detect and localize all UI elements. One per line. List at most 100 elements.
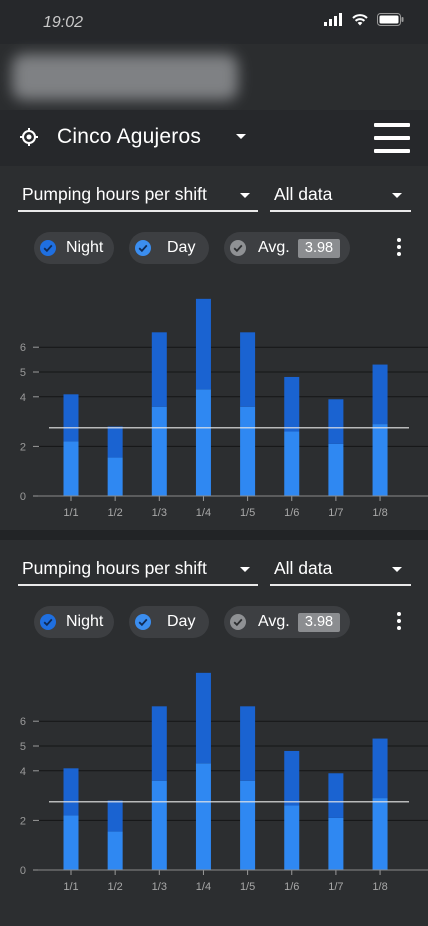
night-toggle-chip[interactable]: Night [34, 606, 114, 638]
location-header: Cinco Agujeros [0, 110, 428, 166]
check-circle-icon [135, 240, 151, 256]
check-circle-icon [135, 614, 151, 630]
location-target-icon[interactable] [19, 127, 39, 147]
x-tick-label: 1/1 [63, 507, 78, 519]
x-tick-label: 1/5 [240, 881, 255, 893]
bar-night [372, 364, 388, 425]
average-toggle-chip[interactable]: Avg. 3.98 [224, 606, 350, 638]
bar-day [284, 805, 300, 870]
metric-select-value: Pumping hours per shift [22, 184, 207, 204]
status-time: 19:02 [43, 14, 84, 31]
bar-day [284, 431, 300, 496]
bar-day [372, 424, 388, 496]
range-select[interactable]: All data [270, 176, 411, 212]
night-chip-label: Night [66, 239, 104, 256]
x-tick-label: 1/4 [196, 881, 211, 893]
night-chip-label: Night [66, 613, 104, 630]
range-select-value: All data [274, 558, 333, 578]
status-bar: 19:02 [0, 0, 428, 44]
bar-day [328, 817, 344, 870]
metric-select[interactable]: Pumping hours per shift [18, 550, 258, 586]
x-tick-label: 1/2 [108, 881, 123, 893]
day-toggle-chip[interactable]: Day [129, 606, 209, 638]
range-select[interactable]: All data [270, 550, 411, 586]
x-tick-label: 1/2 [108, 507, 123, 519]
bar-day [240, 780, 256, 870]
chevron-down-icon [392, 193, 402, 198]
bar-night [195, 298, 211, 390]
bar-night [63, 394, 79, 442]
more-vertical-icon[interactable] [392, 612, 406, 632]
battery-icon [377, 13, 404, 26]
bar-night [240, 706, 256, 781]
bar-night [63, 768, 79, 816]
bar-night [107, 800, 123, 832]
wifi-icon [352, 14, 368, 26]
y-tick-label: 5 [20, 367, 26, 379]
x-tick-label: 1/8 [372, 881, 387, 893]
chevron-down-icon [240, 193, 250, 198]
range-select-value: All data [274, 184, 333, 204]
bar-night [328, 399, 344, 444]
metric-select[interactable]: Pumping hours per shift [18, 176, 258, 212]
blurred-ad-content [12, 54, 238, 100]
y-tick-label: 0 [20, 865, 26, 877]
check-circle-icon [230, 614, 246, 630]
x-tick-label: 1/3 [152, 881, 167, 893]
chevron-down-icon[interactable] [236, 134, 246, 139]
bar-night [284, 376, 300, 432]
bar-night [284, 750, 300, 806]
chevron-down-icon [392, 567, 402, 572]
next-panel-edge [0, 904, 428, 926]
bar-day [151, 406, 167, 496]
x-tick-label: 1/4 [196, 507, 211, 519]
y-tick-label: 6 [20, 716, 26, 728]
average-toggle-chip[interactable]: Avg. 3.98 [224, 232, 350, 264]
status-icons [324, 13, 404, 26]
bar-night [240, 332, 256, 407]
bar-day [151, 780, 167, 870]
chevron-down-icon [240, 567, 250, 572]
y-tick-label: 4 [20, 766, 26, 778]
bar-night [195, 672, 211, 764]
bar-chart-2: 0 2 4 5 6 1/1 1/2 1/3 1/4 1/5 1/6 1/7 1/8 [0, 660, 428, 900]
ad-banner[interactable] [0, 44, 428, 110]
y-tick-label: 0 [20, 491, 26, 503]
bar-day [195, 389, 211, 496]
y-tick-label: 6 [20, 342, 26, 354]
bar-day [328, 443, 344, 496]
metric-select-value: Pumping hours per shift [22, 558, 207, 578]
day-chip-label: Day [167, 239, 196, 256]
bar-day [240, 406, 256, 496]
x-tick-label: 1/1 [63, 881, 78, 893]
avg-chip-label: Avg. [258, 239, 290, 256]
x-tick-label: 1/3 [152, 507, 167, 519]
bar-day [63, 815, 79, 870]
bar-chart-1: 0 2 4 5 6 1/1 1/2 1/3 1/4 1/5 1/6 1/7 1/8 [0, 286, 428, 526]
bar-night [107, 426, 123, 458]
x-tick-label: 1/7 [328, 881, 343, 893]
chart-panel-2: Pumping hours per shift All data Night D… [0, 540, 428, 904]
hamburger-menu-icon[interactable] [374, 123, 410, 153]
more-vertical-icon[interactable] [392, 238, 406, 258]
bar-day [195, 763, 211, 870]
x-tick-label: 1/6 [284, 881, 299, 893]
x-tick-label: 1/5 [240, 507, 255, 519]
x-tick-label: 1/7 [328, 507, 343, 519]
day-toggle-chip[interactable]: Day [129, 232, 209, 264]
y-tick-label: 5 [20, 741, 26, 753]
y-tick-label: 2 [20, 441, 26, 453]
location-selector[interactable]: Cinco Agujeros [57, 125, 201, 149]
bar-day [372, 798, 388, 870]
check-circle-icon [40, 240, 56, 256]
check-circle-icon [230, 240, 246, 256]
bar-night [151, 706, 167, 781]
bar-day [107, 457, 123, 496]
bar-night [328, 773, 344, 818]
signal-icon [324, 13, 342, 26]
bar-day [63, 441, 79, 496]
x-tick-label: 1/6 [284, 507, 299, 519]
avg-value-badge: 3.98 [298, 239, 340, 258]
x-tick-label: 1/8 [372, 507, 387, 519]
night-toggle-chip[interactable]: Night [34, 232, 114, 264]
